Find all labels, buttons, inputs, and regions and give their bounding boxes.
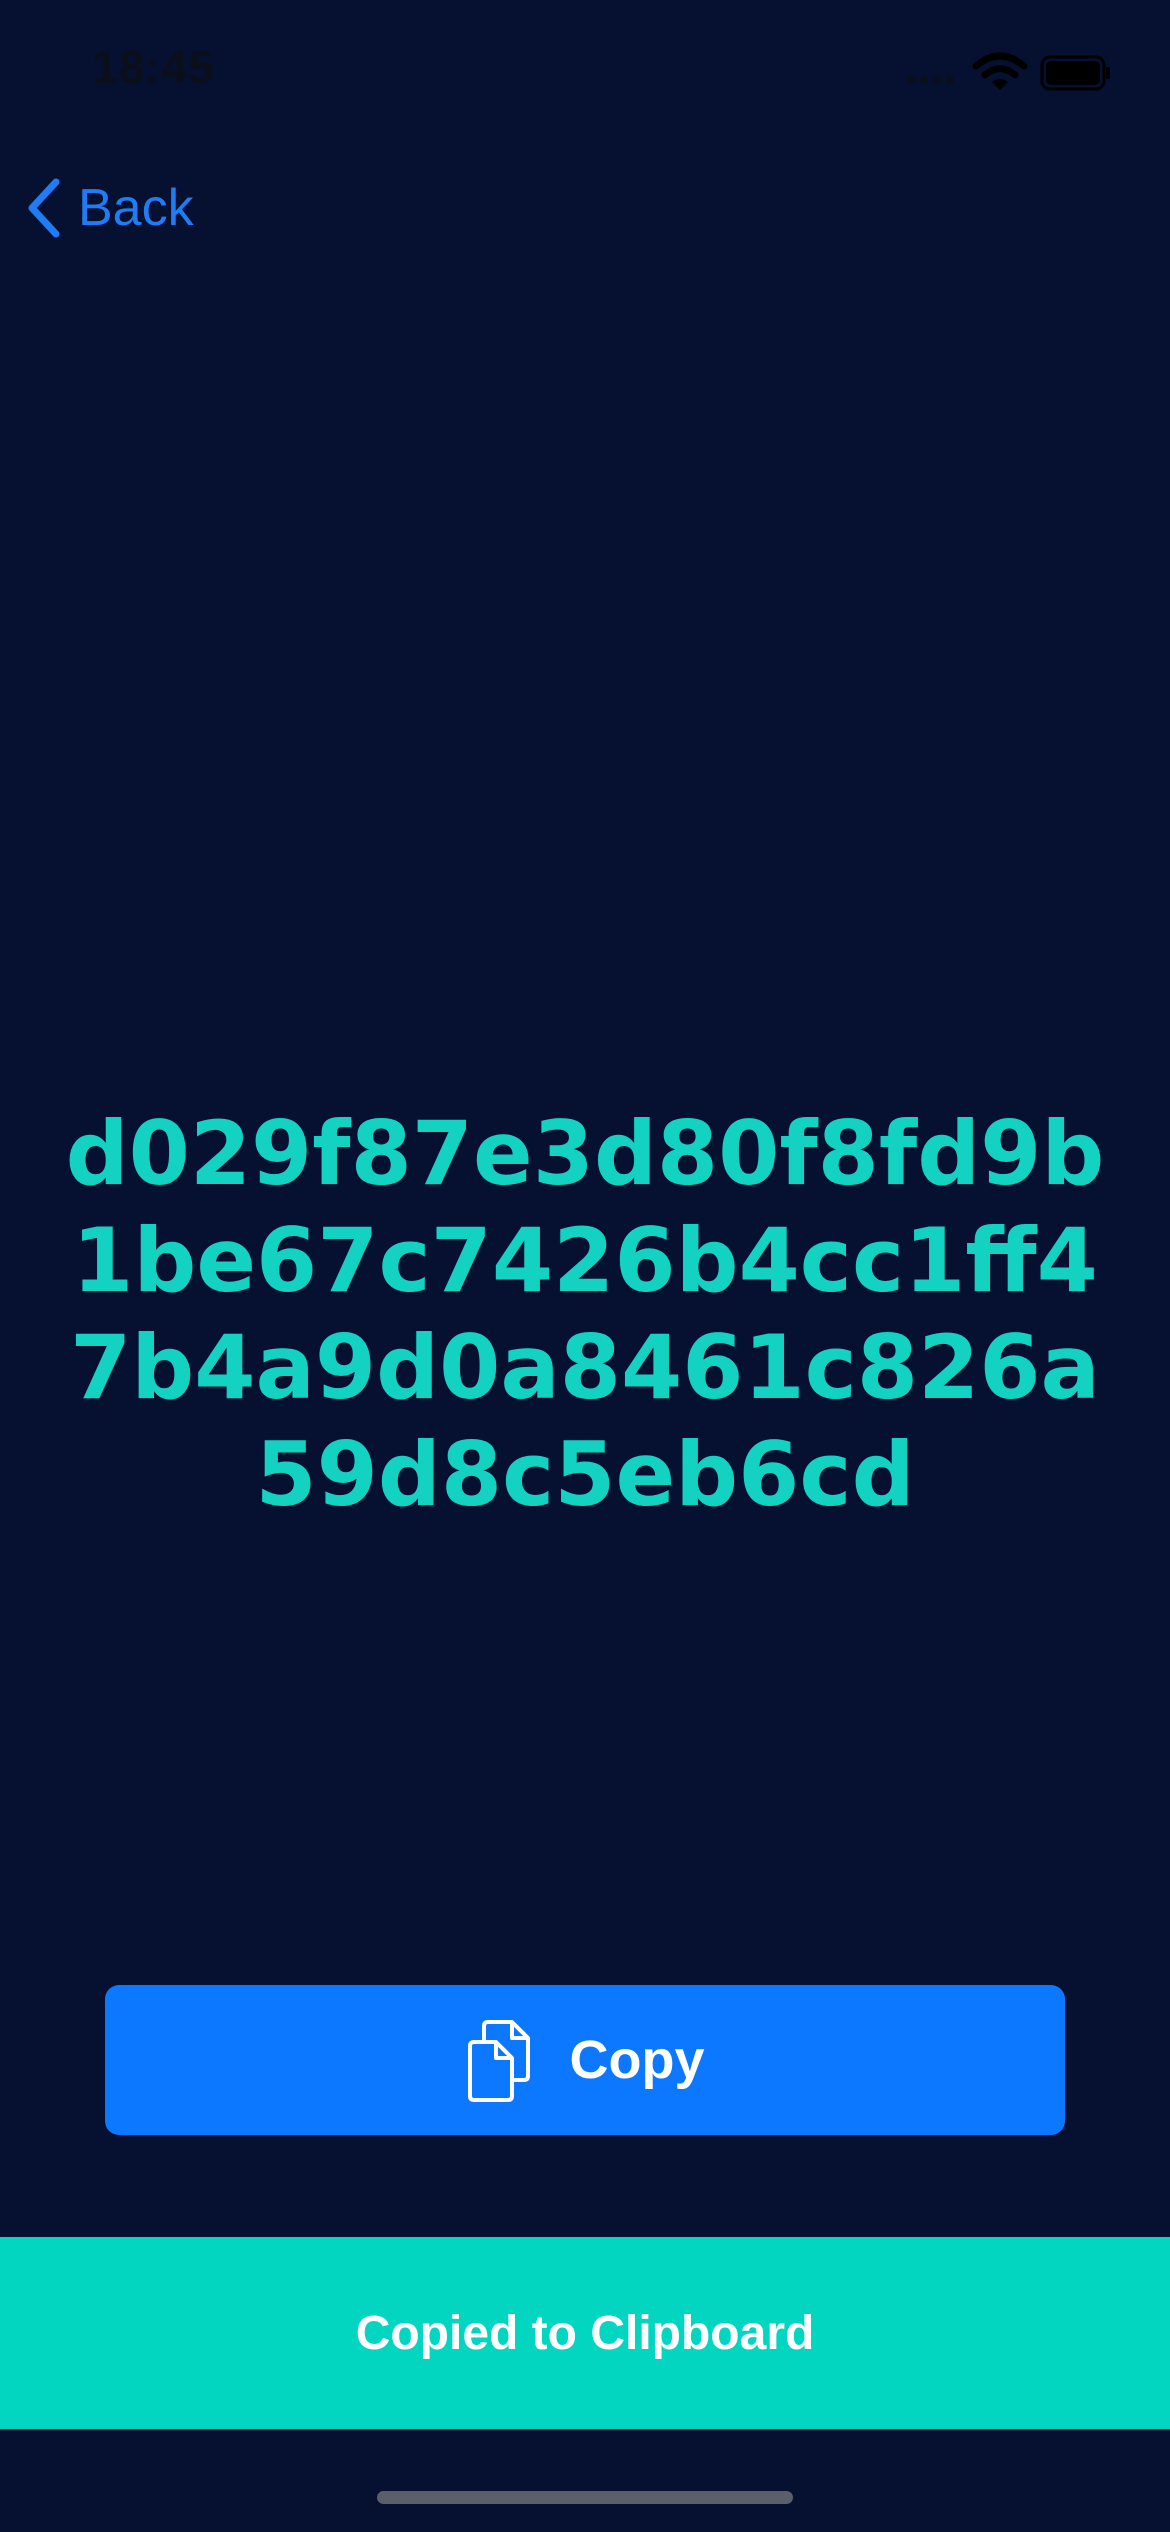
status-time: 18:45 [92, 41, 215, 93]
hash-detail-screen: 18:45 Back d029f87e3d80f8fd9b1be67c7426b… [0, 0, 1170, 2532]
hash-value: d029f87e3d80f8fd9b1be67c7426b4cc1ff47b4a… [65, 1102, 1105, 1526]
cellular-signal-icon [907, 76, 954, 84]
home-indicator[interactable] [377, 2491, 793, 2504]
wifi-icon [972, 52, 1028, 90]
back-label: Back [78, 179, 194, 237]
documents-icon [467, 2020, 530, 2102]
back-button[interactable]: Back [24, 170, 194, 246]
status-bar: 18:45 [0, 0, 1170, 150]
copy-button-label: Copy [569, 2030, 705, 2090]
clipboard-toast: Copied to Clipboard [0, 2237, 1170, 2429]
toast-message: Copied to Clipboard [355, 2306, 815, 2360]
copy-button[interactable]: Copy [105, 1985, 1065, 2135]
battery-icon [1040, 55, 1110, 91]
chevron-left-icon [28, 178, 60, 238]
